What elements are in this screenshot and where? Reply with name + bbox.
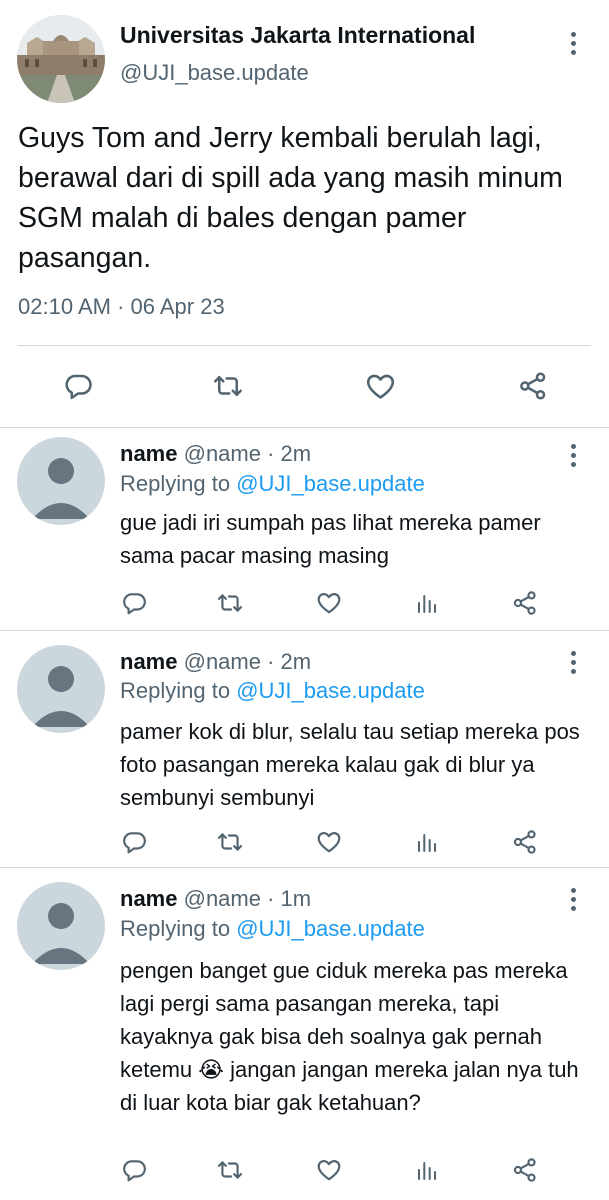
heart-icon bbox=[316, 829, 342, 855]
avatar[interactable] bbox=[17, 882, 105, 970]
share-button[interactable] bbox=[513, 366, 553, 406]
more-options-button[interactable] bbox=[561, 440, 585, 470]
retweet-button[interactable] bbox=[214, 826, 246, 858]
retweet-icon bbox=[217, 829, 243, 855]
reply-button[interactable] bbox=[118, 1154, 150, 1186]
reply-icon bbox=[121, 1157, 147, 1183]
tweet-timestamp: 02:10 AM · 06 Apr 23 bbox=[18, 294, 225, 319]
share-icon bbox=[512, 1157, 538, 1183]
reply-tweet[interactable]: name @name · 1m Replying to @UJI_base.up… bbox=[0, 868, 609, 1200]
replying-to-mention[interactable]: @UJI_base.update bbox=[236, 678, 425, 703]
replying-to: Replying to @UJI_base.update bbox=[120, 916, 425, 942]
reply-author-meta: @name · 2m bbox=[183, 649, 312, 674]
author-avatar[interactable] bbox=[17, 15, 105, 103]
retweet-button[interactable] bbox=[208, 366, 248, 406]
replying-to-label: Replying to bbox=[120, 678, 231, 703]
analytics-button[interactable] bbox=[411, 1154, 443, 1186]
author-handle[interactable]: @UJI_base.update bbox=[120, 60, 309, 86]
more-options-button[interactable] bbox=[561, 28, 585, 58]
replying-to: Replying to @UJI_base.update bbox=[120, 471, 425, 497]
avatar[interactable] bbox=[17, 645, 105, 733]
like-button[interactable] bbox=[360, 366, 400, 406]
replying-to-label: Replying to bbox=[120, 471, 231, 496]
reply-text: pamer kok di blur, selalu tau setiap mer… bbox=[120, 719, 580, 810]
analytics-icon bbox=[415, 1158, 439, 1182]
reply-author-meta: @name · 1m bbox=[183, 886, 312, 911]
retweet-icon bbox=[217, 1157, 243, 1183]
heart-icon bbox=[316, 590, 342, 616]
retweet-button[interactable] bbox=[214, 1154, 246, 1186]
share-button[interactable] bbox=[509, 587, 541, 619]
share-icon bbox=[512, 590, 538, 616]
reply-text: pengen banget gue ciduk mereka pas merek… bbox=[120, 958, 579, 1115]
reply-author-name[interactable]: name bbox=[120, 649, 177, 674]
reply-icon bbox=[121, 829, 147, 855]
reply-button[interactable] bbox=[118, 826, 150, 858]
retweet-icon bbox=[217, 590, 243, 616]
reply-icon bbox=[63, 371, 93, 401]
replying-to-mention[interactable]: @UJI_base.update bbox=[236, 916, 425, 941]
replying-to: Replying to @UJI_base.update bbox=[120, 678, 425, 704]
divider bbox=[18, 345, 591, 346]
retweet-icon bbox=[213, 371, 243, 401]
reply-text: gue jadi iri sumpah pas lihat mereka pam… bbox=[120, 510, 541, 568]
reply-icon bbox=[121, 590, 147, 616]
heart-icon bbox=[365, 371, 396, 402]
share-icon bbox=[518, 371, 548, 401]
reply-header: name @name · 2m bbox=[120, 649, 311, 675]
reply-author-meta: @name · 2m bbox=[183, 441, 312, 466]
reply-header: name @name · 1m bbox=[120, 886, 311, 912]
heart-icon bbox=[316, 1157, 342, 1183]
tweet-text: Guys Tom and Jerry kembali berulah lagi,… bbox=[18, 122, 563, 274]
reply-tweet[interactable]: name @name · 2m Replying to @UJI_base.up… bbox=[0, 631, 609, 868]
reply-author-name[interactable]: name bbox=[120, 886, 177, 911]
more-options-button[interactable] bbox=[561, 647, 585, 677]
main-tweet: Universitas Jakarta International @UJI_b… bbox=[0, 0, 609, 428]
analytics-icon bbox=[415, 591, 439, 615]
share-icon bbox=[512, 829, 538, 855]
reply-button[interactable] bbox=[118, 587, 150, 619]
share-button[interactable] bbox=[509, 1154, 541, 1186]
analytics-button[interactable] bbox=[411, 587, 443, 619]
author-name[interactable]: Universitas Jakarta International bbox=[120, 22, 475, 49]
like-button[interactable] bbox=[313, 826, 345, 858]
analytics-icon bbox=[415, 830, 439, 854]
analytics-button[interactable] bbox=[411, 826, 443, 858]
reply-header: name @name · 2m bbox=[120, 441, 311, 467]
more-options-button[interactable] bbox=[561, 884, 585, 914]
reply-author-name[interactable]: name bbox=[120, 441, 177, 466]
like-button[interactable] bbox=[313, 587, 345, 619]
like-button[interactable] bbox=[313, 1154, 345, 1186]
avatar[interactable] bbox=[17, 437, 105, 525]
replying-to-label: Replying to bbox=[120, 916, 231, 941]
reply-tweet[interactable]: name @name · 2m Replying to @UJI_base.up… bbox=[0, 428, 609, 631]
retweet-button[interactable] bbox=[214, 587, 246, 619]
share-button[interactable] bbox=[509, 826, 541, 858]
replying-to-mention[interactable]: @UJI_base.update bbox=[236, 471, 425, 496]
reply-button[interactable] bbox=[58, 366, 98, 406]
